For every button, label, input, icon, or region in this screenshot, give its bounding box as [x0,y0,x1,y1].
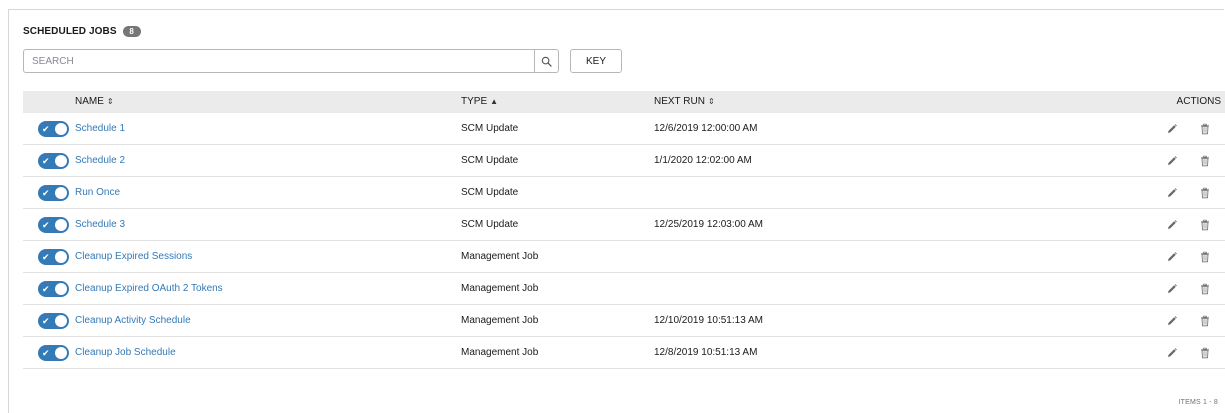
search-input[interactable] [23,49,534,73]
schedule-name-link[interactable]: Cleanup Expired OAuth 2 Tokens [75,273,223,304]
edit-pencil-icon[interactable] [1166,155,1178,167]
toggle-knob [55,347,67,359]
scheduled-jobs-panel: SCHEDULED JOBS 8 KEY NAME⇕ TYPE▲ NEXT RU… [8,9,1225,413]
check-icon: ✔ [42,348,50,358]
schedule-next-run: 12/8/2019 10:51:13 AM [654,347,758,358]
schedule-enabled-toggle[interactable]: ✔ [38,185,69,201]
sort-icon-name: ⇕ [106,97,114,106]
edit-pencil-icon[interactable] [1166,123,1178,135]
schedule-type: Management Job [461,251,539,262]
toggle-knob [55,123,67,135]
schedule-enabled-toggle[interactable]: ✔ [38,153,69,169]
toggle-knob [55,219,67,231]
delete-trash-icon[interactable] [1199,187,1211,199]
edit-pencil-icon[interactable] [1166,219,1178,231]
column-label-name: NAME [75,96,104,107]
delete-trash-icon[interactable] [1199,315,1211,327]
table-row: ✔ Schedule 2 SCM Update 1/1/2020 12:02:00 A… [23,145,1225,177]
edit-pencil-icon[interactable] [1166,251,1178,263]
schedule-type: SCM Update [461,123,519,134]
schedule-name-link[interactable]: Cleanup Expired Sessions [75,241,192,272]
check-icon: ✔ [42,156,50,166]
schedule-enabled-toggle[interactable]: ✔ [38,345,69,361]
delete-trash-icon[interactable] [1199,347,1211,359]
toggle-knob [55,155,67,167]
schedule-enabled-toggle[interactable]: ✔ [38,249,69,265]
column-header-type[interactable]: TYPE ▲ [461,91,498,113]
schedule-type: SCM Update [461,155,519,166]
schedule-next-run: 1/1/2020 12:02:00 AM [654,155,752,166]
schedule-name-link[interactable]: Run Once [75,177,120,208]
schedule-name-link[interactable]: Schedule 3 [75,209,125,240]
check-icon: ✔ [42,188,50,198]
schedule-next-run: 12/10/2019 10:51:13 AM [654,315,763,326]
table-row: ✔ Run Once SCM Update [23,177,1225,209]
edit-pencil-icon[interactable] [1166,347,1178,359]
table-header: NAME ⇕ TYPE ▲ NEXT RUN ⇕ ACTIONS [23,91,1225,113]
table-row: ✔ Cleanup Expired OAuth 2 Tokens Managemen… [23,273,1225,305]
schedule-enabled-toggle[interactable]: ✔ [38,121,69,137]
check-icon: ✔ [42,220,50,230]
delete-trash-icon[interactable] [1199,219,1211,231]
table-row: ✔ Schedule 3 SCM Update 12/25/2019 12:03:00… [23,209,1225,241]
column-header-name[interactable]: NAME ⇕ [75,91,114,113]
pagination-items-count: ITEMS 1 - 8 [1178,399,1218,406]
panel-title: SCHEDULED JOBS [23,26,117,37]
schedule-name-link[interactable]: Schedule 1 [75,113,125,144]
check-icon: ✔ [42,316,50,326]
column-label-next-run: NEXT RUN [654,96,705,107]
schedule-type: Management Job [461,347,539,358]
schedule-type: Management Job [461,283,539,294]
toggle-knob [55,315,67,327]
delete-trash-icon[interactable] [1199,251,1211,263]
check-icon: ✔ [42,252,50,262]
job-count-badge: 8 [122,26,141,37]
sort-icon-next-run: ⇕ [707,97,715,106]
delete-trash-icon[interactable] [1199,155,1211,167]
schedule-next-run: 12/25/2019 12:03:00 AM [654,219,763,230]
schedule-type: SCM Update [461,187,519,198]
schedule-name-link[interactable]: Cleanup Activity Schedule [75,305,191,336]
edit-pencil-icon[interactable] [1166,315,1178,327]
toggle-knob [55,187,67,199]
column-label-actions: ACTIONS [1176,96,1221,107]
search-bar [23,49,559,73]
search-button[interactable] [534,49,559,73]
table-body: ✔ Schedule 1 SCM Update 12/6/2019 12:00:00 … [23,113,1225,369]
toggle-knob [55,283,67,295]
schedule-type: SCM Update [461,219,519,230]
schedule-enabled-toggle[interactable]: ✔ [38,281,69,297]
schedule-name-link[interactable]: Cleanup Job Schedule [75,337,176,368]
table-row: ✔ Cleanup Job Schedule Management Job 12/8/… [23,337,1225,369]
schedule-enabled-toggle[interactable]: ✔ [38,217,69,233]
schedule-type: Management Job [461,315,539,326]
table-row: ✔ Cleanup Activity Schedule Management Job… [23,305,1225,337]
edit-pencil-icon[interactable] [1166,187,1178,199]
schedule-enabled-toggle[interactable]: ✔ [38,313,69,329]
delete-trash-icon[interactable] [1199,123,1211,135]
delete-trash-icon[interactable] [1199,283,1211,295]
check-icon: ✔ [42,284,50,294]
column-header-actions: ACTIONS [1177,91,1221,113]
toggle-knob [55,251,67,263]
edit-pencil-icon[interactable] [1166,283,1178,295]
schedule-next-run: 12/6/2019 12:00:00 AM [654,123,758,134]
key-button[interactable]: KEY [570,49,622,73]
panel-header: SCHEDULED JOBS 8 [23,26,141,37]
table-row: ✔ Schedule 1 SCM Update 12/6/2019 12:00:00 … [23,113,1225,145]
check-icon: ✔ [42,124,50,134]
search-icon [541,56,552,67]
schedule-name-link[interactable]: Schedule 2 [75,145,125,176]
table-row: ✔ Cleanup Expired Sessions Management Job [23,241,1225,273]
column-header-next-run[interactable]: NEXT RUN ⇕ [654,91,715,113]
scheduled-jobs-table: NAME ⇕ TYPE ▲ NEXT RUN ⇕ ACTIONS ✔ Schedule … [23,91,1225,369]
column-label-type: TYPE [461,96,488,107]
sort-icon-type: ▲ [490,97,499,106]
